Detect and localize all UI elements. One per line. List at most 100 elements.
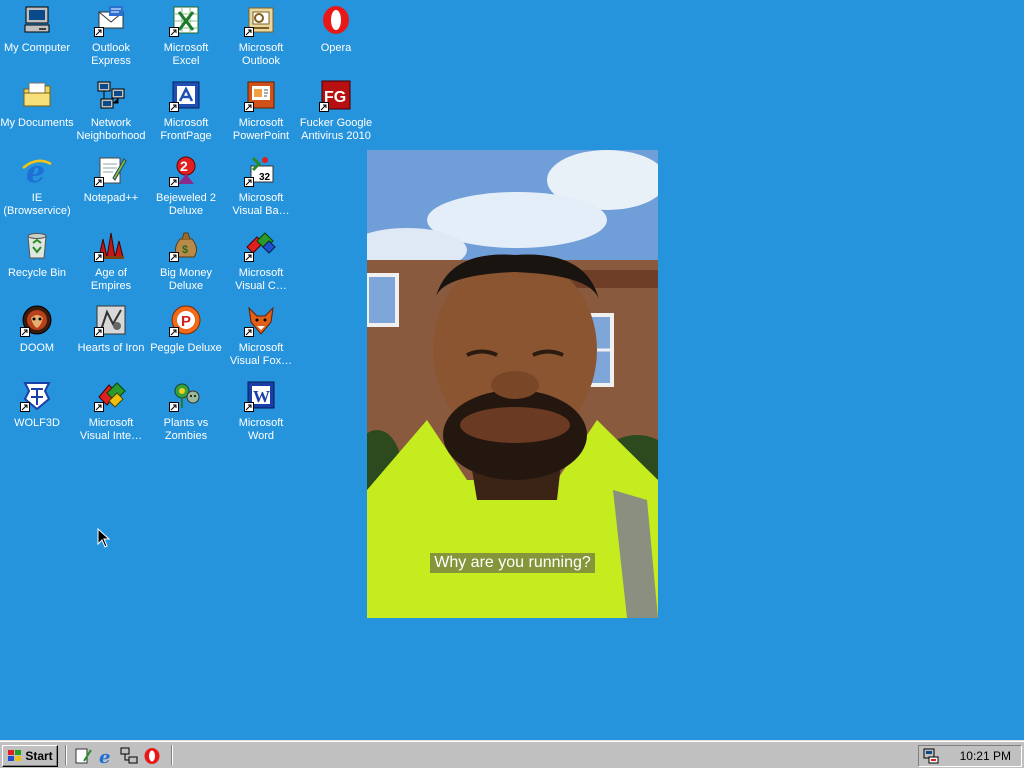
- opera-icon: [320, 4, 352, 36]
- taskbar-separator: [65, 745, 67, 765]
- tray-app-icon[interactable]: [923, 748, 939, 764]
- visual-c-icon: [244, 229, 277, 262]
- desktop-icon-wolf3d[interactable]: WOLF3D: [0, 377, 74, 449]
- desktop-icon-age-of-empires[interactable]: Age of Empires: [74, 227, 148, 299]
- desktop-icon-network-neighborhood[interactable]: Network Neighborhood: [74, 77, 148, 149]
- taskbar-separator: [171, 745, 173, 765]
- desktop-icon-outlook[interactable]: Microsoft Outlook: [224, 2, 298, 74]
- desktop-icon-label: Microsoft Visual C…: [235, 267, 287, 292]
- svg-text:W: W: [253, 387, 270, 406]
- svg-text:32: 32: [259, 172, 271, 183]
- svg-text:e: e: [26, 155, 45, 186]
- computer-icon: [21, 4, 53, 36]
- desktop-icon-label: IE (Browservice): [3, 192, 71, 217]
- folder-icon: [21, 79, 53, 111]
- desktop-icon-powerpoint[interactable]: Microsoft PowerPoint: [224, 77, 298, 149]
- hearts-of-iron-icon: [94, 304, 127, 337]
- age-of-empires-icon: [94, 229, 127, 262]
- clock[interactable]: 10:21 PM: [960, 749, 1011, 763]
- plants-vs-zombies-icon: [169, 379, 202, 412]
- desktop-icon-label: Microsoft Visual Inte…: [79, 417, 143, 442]
- desktop-icon-word[interactable]: W Microsoft Word: [224, 377, 298, 449]
- desktop-icon-antivirus[interactable]: FG Fucker Google Antivirus 2010: [299, 77, 373, 149]
- shortcut-arrow-icon: [169, 177, 179, 187]
- visual-basic-icon: 32: [244, 154, 277, 187]
- desktop-icon-label: Bejeweled 2 Deluxe: [156, 192, 216, 217]
- desktop-icon-ie[interactable]: e IE (Browservice): [0, 152, 74, 224]
- desktop-icon-visual-interdev[interactable]: Microsoft Visual Inte…: [74, 377, 148, 449]
- desktop-icon-excel[interactable]: Microsoft Excel: [149, 2, 223, 74]
- desktop-icon-bejeweled[interactable]: 2 Bejeweled 2 Deluxe: [149, 152, 223, 224]
- shortcut-arrow-icon: [94, 177, 104, 187]
- quick-launch-notepad[interactable]: [74, 747, 92, 765]
- video-caption: Why are you running?: [367, 553, 658, 573]
- desktop-icon-visual-basic[interactable]: 32 Microsoft Visual Ba…: [224, 152, 298, 224]
- desktop-icon-label: Microsoft Visual Ba…: [232, 192, 290, 217]
- desktop-icon-doom[interactable]: DOOM: [0, 302, 74, 374]
- video-caption-text: Why are you running?: [430, 553, 595, 573]
- start-button[interactable]: Start: [2, 745, 58, 767]
- desktop-icon-label: Opera: [320, 42, 352, 54]
- shortcut-arrow-icon: [244, 177, 254, 187]
- internet-explorer-icon: e: [99, 747, 110, 765]
- desktop-icon-visual-c[interactable]: Microsoft Visual C…: [224, 227, 298, 299]
- video-frame-image: [367, 150, 658, 618]
- shortcut-arrow-icon: [20, 402, 30, 412]
- desktop-icon-opera[interactable]: Opera: [299, 2, 373, 74]
- desktop-icon-label: Microsoft Excel: [163, 42, 209, 67]
- shortcut-arrow-icon: [169, 402, 179, 412]
- desktop-icon-outlook-express[interactable]: Outlook Express: [74, 2, 148, 74]
- desktop-icon-visual-foxpro[interactable]: Microsoft Visual Fox…: [224, 302, 298, 374]
- quick-launch-opera[interactable]: [143, 747, 161, 765]
- shortcut-arrow-icon: [94, 27, 104, 37]
- desktop-icon-label: Microsoft PowerPoint: [232, 117, 290, 142]
- outlook-express-icon: [94, 4, 127, 37]
- desktop-icon-my-computer[interactable]: My Computer: [0, 2, 74, 74]
- frontpage-icon: [169, 79, 202, 112]
- desktop-icon-label: Outlook Express: [91, 42, 131, 67]
- shortcut-arrow-icon: [169, 102, 179, 112]
- wolf3d-icon: [20, 379, 53, 412]
- desktop-icon-label: Recycle Bin: [7, 267, 67, 279]
- peggle-icon: P: [169, 304, 202, 337]
- shortcut-arrow-icon: [244, 402, 254, 412]
- shortcut-arrow-icon: [244, 327, 254, 337]
- network-icon: [120, 747, 138, 764]
- desktop-icon-big-money[interactable]: $ Big Money Deluxe: [149, 227, 223, 299]
- shortcut-arrow-icon: [244, 102, 254, 112]
- shortcut-arrow-icon: [94, 402, 104, 412]
- desktop-icon-label: Peggle Deluxe: [150, 342, 222, 354]
- bejeweled-icon: 2: [169, 154, 202, 187]
- video-frame: Why are you running?: [367, 150, 658, 618]
- doom-icon: [20, 304, 53, 337]
- shortcut-arrow-icon: [319, 102, 329, 112]
- quick-launch-network[interactable]: [120, 747, 138, 765]
- desktop-icon-hearts-of-iron[interactable]: Hearts of Iron: [74, 302, 148, 374]
- desktop-icon-recycle-bin[interactable]: Recycle Bin: [0, 227, 74, 299]
- antivirus-icon: FG: [319, 79, 352, 112]
- desktop-icon-label: Microsoft Word: [238, 417, 284, 442]
- internet-explorer-icon: e: [21, 154, 53, 186]
- desktop-icon-label: Hearts of Iron: [77, 342, 145, 354]
- money-bag-icon: $: [169, 229, 202, 262]
- desktop-icon-label: Age of Empires: [90, 267, 132, 292]
- quick-launch-internet-explorer[interactable]: e: [97, 747, 115, 765]
- notepad-icon: [75, 748, 92, 764]
- recycle-bin-icon: [21, 229, 53, 261]
- shortcut-arrow-icon: [244, 252, 254, 262]
- shortcut-arrow-icon: [94, 327, 104, 337]
- desktop-icon-label: DOOM: [19, 342, 55, 354]
- opera-icon: [144, 748, 160, 764]
- desktop-icon-peggle[interactable]: P Peggle Deluxe: [149, 302, 223, 374]
- shortcut-arrow-icon: [244, 27, 254, 37]
- shortcut-arrow-icon: [20, 327, 30, 337]
- desktop-icon-my-documents[interactable]: My Documents: [0, 77, 74, 149]
- desktop-icon-label: Microsoft Outlook: [238, 42, 284, 67]
- desktop-icon-frontpage[interactable]: Microsoft FrontPage: [149, 77, 223, 149]
- desktop-icon-notepad-plus-plus[interactable]: Notepad++: [74, 152, 148, 224]
- desktop-icon-label: Microsoft FrontPage: [160, 117, 212, 142]
- mouse-cursor-icon: [97, 528, 111, 548]
- desktop-icon-plants-vs-zombies[interactable]: Plants vs Zombies: [149, 377, 223, 449]
- desktop-icon-label: Network Neighborhood: [76, 117, 146, 142]
- outlook-icon: [244, 4, 277, 37]
